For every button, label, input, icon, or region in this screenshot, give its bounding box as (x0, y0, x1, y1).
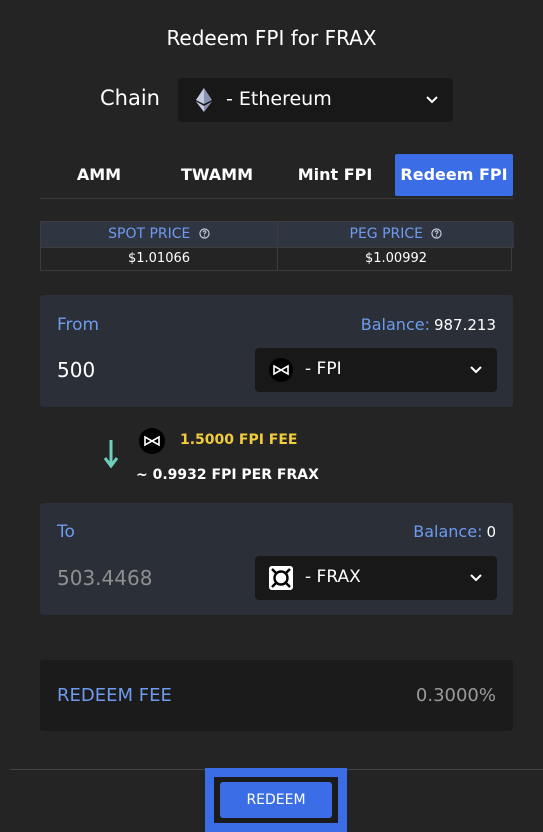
from-balance: Balance: 987.213 (361, 315, 496, 334)
spot-price-column: SPOT PRICE $1.01066 (41, 222, 277, 270)
peg-price-label: PEG PRICE (349, 226, 424, 242)
exchange-rate: ~ 0.9932 FPI PER FRAX (136, 467, 319, 483)
peg-price-column: PEG PRICE $1.00992 (277, 222, 514, 270)
price-table: SPOT PRICE $1.01066 PEG PRICE $1.00992 (40, 221, 514, 271)
to-balance: Balance: 0 (413, 522, 496, 541)
help-icon[interactable] (199, 228, 210, 239)
to-balance-label: Balance: (413, 522, 483, 541)
chain-value: - Ethereum (226, 88, 332, 110)
tab-bar: AMM TWAMM Mint FPI Redeem FPI (40, 154, 513, 199)
from-amount-input[interactable]: 500 (57, 358, 95, 382)
arrow-down-icon (103, 440, 119, 469)
from-token-name: - FPI (305, 359, 342, 379)
help-icon[interactable] (431, 228, 443, 239)
to-label: To (57, 522, 75, 542)
fpi-icon (269, 358, 293, 382)
tab-redeem-fpi[interactable]: Redeem FPI (395, 154, 513, 196)
tab-twamm[interactable]: TWAMM (158, 154, 276, 196)
spot-price-header: SPOT PRICE (41, 222, 277, 247)
from-label: From (57, 315, 100, 335)
tab-mint-fpi[interactable]: Mint FPI (276, 154, 394, 196)
from-panel: From Balance: 987.213 500 - FPI (40, 295, 513, 407)
conversion-info: 1.5000 FPI FEE ~ 0.9932 FPI PER FRAX (0, 428, 543, 488)
redeem-fee-value: 0.3000% (415, 685, 496, 706)
redeem-button-frame: REDEEM (214, 777, 338, 823)
fee-amount: 1.5000 FPI FEE (180, 432, 298, 448)
peg-price-header: PEG PRICE (278, 222, 514, 247)
to-balance-value: 0 (486, 523, 496, 541)
to-token-select[interactable]: - FRAX (255, 556, 497, 600)
chevron-down-icon (470, 574, 482, 582)
chevron-down-icon (426, 96, 438, 104)
chain-row: Chain - Ethereum (0, 78, 543, 122)
ethereum-icon (196, 88, 212, 112)
tab-amm[interactable]: AMM (40, 154, 158, 196)
chain-select[interactable]: - Ethereum (178, 78, 453, 122)
peg-price-value: $1.00992 (278, 247, 514, 271)
chevron-down-icon (470, 366, 482, 374)
fpi-icon (139, 428, 165, 454)
from-token-select[interactable]: - FPI (255, 348, 497, 392)
page-title: Redeem FPI for FRAX (166, 26, 377, 50)
redeem-button-focus-ring: REDEEM (205, 768, 347, 832)
chain-label: Chain (100, 86, 160, 110)
to-amount-output: 503.4468 (57, 566, 153, 590)
redeem-button[interactable]: REDEEM (220, 782, 332, 818)
redeem-fee-label: REDEEM FEE (57, 685, 172, 706)
from-balance-value: 987.213 (433, 316, 496, 334)
to-panel: To Balance: 0 503.4468 - FRAX (40, 503, 513, 615)
spot-price-label: SPOT PRICE (108, 226, 191, 242)
spot-price-value: $1.01066 (41, 247, 277, 271)
frax-icon (269, 566, 293, 590)
to-token-name: - FRAX (305, 567, 361, 587)
redeem-fee-box: REDEEM FEE 0.3000% (40, 660, 513, 731)
from-balance-label: Balance: (360, 315, 430, 334)
